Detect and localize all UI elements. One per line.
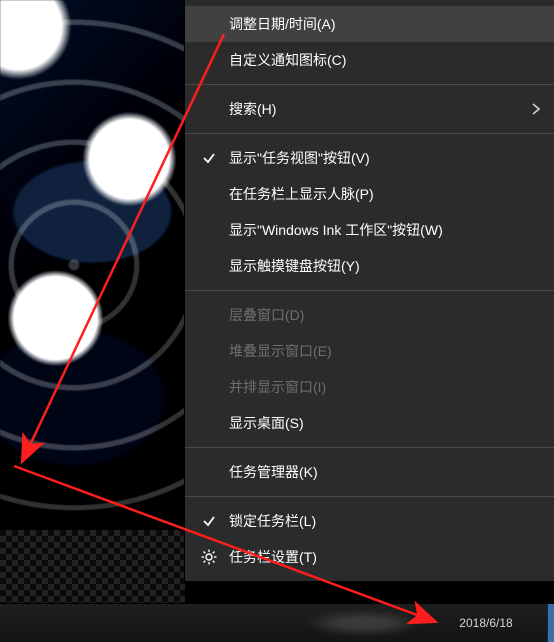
menu-separator (185, 447, 554, 448)
menu-item-label: 任务管理器(K) (229, 462, 318, 482)
menu-item-icon-slot (197, 91, 221, 127)
system-tray[interactable] (304, 610, 424, 636)
taskbar-context-menu: 调整日期/时间(A) 自定义通知图标(C) 搜索(H) 显示"任务视图"按钮(V) 在任… (185, 0, 554, 581)
menu-item-icon-slot (197, 6, 221, 42)
menu-item-label: 锁定任务栏(L) (229, 511, 316, 531)
menu-item-icon-slot (197, 248, 221, 284)
menu-item-label: 层叠窗口(D) (229, 305, 304, 325)
menu-item-icon-slot (197, 369, 221, 405)
menu-item-icon-slot (197, 454, 221, 490)
menu-separator (185, 290, 554, 291)
menu-item-label: 调整日期/时间(A) (229, 14, 336, 34)
taskbar-clock[interactable]: 2018/6/18 (426, 604, 546, 642)
chevron-right-icon (532, 91, 540, 127)
show-desktop-button[interactable] (547, 604, 554, 642)
menu-item-icon-slot (197, 297, 221, 333)
menu-separator (185, 496, 554, 497)
menu-item-icon-slot (197, 176, 221, 212)
menu-item[interactable]: 锁定任务栏(L) (185, 503, 554, 539)
menu-item[interactable]: 调整日期/时间(A) (185, 6, 554, 42)
menu-item[interactable]: 显示触摸键盘按钮(Y) (185, 248, 554, 284)
menu-item-label: 自定义通知图标(C) (229, 50, 346, 70)
menu-item: 层叠窗口(D) (185, 297, 554, 333)
menu-separator (185, 133, 554, 134)
taskbar[interactable]: 2018/6/18 (0, 603, 554, 642)
check-icon (197, 140, 221, 176)
menu-separator (185, 84, 554, 85)
menu-item[interactable]: 显示"任务视图"按钮(V) (185, 140, 554, 176)
menu-item-label: 显示"Windows Ink 工作区"按钮(W) (229, 220, 443, 240)
menu-item: 并排显示窗口(I) (185, 369, 554, 405)
menu-item-label: 显示"任务视图"按钮(V) (229, 148, 370, 168)
menu-item[interactable]: 搜索(H) (185, 91, 554, 127)
menu-item-icon-slot (197, 212, 221, 248)
desktop-background-art (0, 0, 185, 530)
menu-item-icon-slot (197, 405, 221, 441)
taskbar-date: 2018/6/18 (459, 616, 512, 630)
menu-item: 堆叠显示窗口(E) (185, 333, 554, 369)
menu-item[interactable]: 任务管理器(K) (185, 454, 554, 490)
menu-item-label: 并排显示窗口(I) (229, 377, 326, 397)
desktop-background-pattern (0, 530, 185, 604)
menu-item-icon-slot (197, 333, 221, 369)
menu-item-label: 显示触摸键盘按钮(Y) (229, 256, 360, 276)
menu-item-label: 任务栏设置(T) (229, 547, 317, 567)
menu-item[interactable]: 显示"Windows Ink 工作区"按钮(W) (185, 212, 554, 248)
menu-item[interactable]: 自定义通知图标(C) (185, 42, 554, 78)
menu-item[interactable]: 显示桌面(S) (185, 405, 554, 441)
menu-item[interactable]: 任务栏设置(T) (185, 539, 554, 575)
menu-item-label: 堆叠显示窗口(E) (229, 341, 332, 361)
menu-item-label: 显示桌面(S) (229, 413, 304, 433)
menu-item-label: 搜索(H) (229, 99, 276, 119)
menu-item[interactable]: 在任务栏上显示人脉(P) (185, 176, 554, 212)
gear-icon (197, 539, 221, 575)
check-icon (197, 503, 221, 539)
menu-item-label: 在任务栏上显示人脉(P) (229, 184, 374, 204)
menu-item-icon-slot (197, 42, 221, 78)
